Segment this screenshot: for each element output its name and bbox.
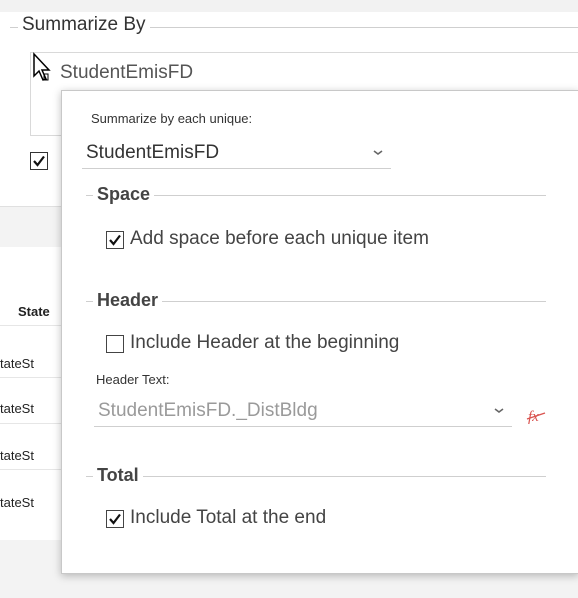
- mouse-cursor-icon: [33, 52, 51, 81]
- summarize-options-popup: Summarize by each unique: StudentEmisFD …: [61, 90, 578, 574]
- chevron-down-icon: [494, 408, 504, 413]
- top-strip: [0, 0, 578, 12]
- checkmark-icon: [109, 513, 121, 525]
- summarize-by-select-value: StudentEmisFD: [86, 142, 220, 163]
- include-header-checkbox[interactable]: [106, 335, 124, 353]
- summarize-by-label: Summarize by each unique:: [91, 111, 253, 126]
- table-row-left: tateSt: [0, 356, 34, 371]
- checkmark-icon: [33, 155, 45, 167]
- include-total-label: Include Total at the end: [130, 507, 327, 528]
- include-total-checkbox[interactable]: [106, 510, 124, 528]
- summarize-by-legend: Summarize By: [18, 14, 150, 36]
- table-row-left: tateSt: [0, 495, 34, 510]
- header-section-title: Header: [93, 290, 163, 311]
- checkmark-icon: [109, 234, 121, 246]
- chevron-down-icon: [373, 150, 383, 155]
- table-header-left: State: [18, 304, 50, 319]
- add-space-label: Add space before each unique item: [130, 228, 429, 249]
- summarize-field-value: StudentEmisFD: [60, 62, 194, 83]
- add-space-checkbox[interactable]: [106, 231, 124, 249]
- table-row-left: tateSt: [0, 448, 34, 463]
- include-header-label: Include Header at the beginning: [130, 332, 400, 353]
- total-section-title: Total: [93, 465, 143, 486]
- summarize-checkbox[interactable]: [30, 152, 48, 170]
- header-text-label: Header Text:: [96, 372, 170, 387]
- header-text-select[interactable]: StudentEmisFD._DistBldg: [94, 396, 512, 427]
- table-row-left: tateSt: [0, 401, 34, 416]
- header-text-value: StudentEmisFD._DistBldg: [98, 400, 318, 421]
- clear-formula-icon[interactable]: fx: [525, 405, 547, 427]
- summarize-by-select[interactable]: StudentEmisFD: [82, 138, 391, 169]
- space-section-line: [86, 195, 546, 196]
- total-section-line: [86, 476, 546, 477]
- space-section-title: Space: [93, 184, 155, 205]
